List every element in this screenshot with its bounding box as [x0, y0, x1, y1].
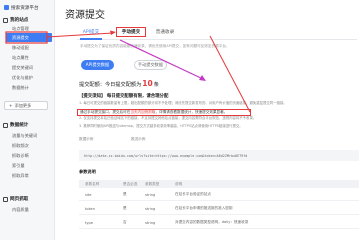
notice-paragraph-2: 2. 仅支持提交本站已验证域名下的链接，不支持提交其他站点链接；提交内容需符合平…: [79, 116, 257, 120]
sidebar-group-crawl[interactable]: 网页抓取: [3, 196, 28, 202]
notice-paragraph-1: 1. 每日可提交的链接数量有上限，超出配额的部分将不予处理；请优先提交新发布的、…: [79, 101, 287, 105]
sidebar-item-traffic[interactable]: 流量与关键词: [6, 131, 52, 140]
spider-icon: [3, 196, 8, 202]
sidebar-item-crawl-error[interactable]: 抓取异常: [6, 171, 52, 180]
table-row: token 是 string 在站长平台申请的推送用的准入密钥: [79, 203, 359, 215]
notice-title: 【提交须知】 每日提交配额有限，请合理分配: [79, 94, 169, 99]
highlight-text: 通过手动提交接口，提交后可在当天内加快抓取，详情请查看数据统计，快速提交效果显著…: [80, 110, 228, 114]
tab-active-indicator: [80, 38, 102, 40]
tab-manual-submit[interactable]: 手动提交: [116, 27, 146, 37]
sidebar: 搜索资源平台 我的站点 站点管理 资源提交 移动适配 站点属性 提交关键词 优化…: [0, 0, 55, 240]
sidebar-group-data[interactable]: 数据统计: [3, 122, 28, 128]
tab-normal-submit[interactable]: 普通收录: [151, 27, 179, 37]
example-label-data[interactable]: 数据示例: [79, 137, 93, 142]
params-title: 参数说明: [79, 169, 96, 174]
sidebar-item-crawl-diag[interactable]: 抓取诊断: [6, 151, 52, 160]
table-row: type 否 string 对提交内容的数据类型说明，daily：快速收录: [79, 217, 359, 229]
add-more-button[interactable]: + 添加更多: [4, 101, 48, 110]
sidebar-item-optimize[interactable]: 优化与维护: [6, 73, 52, 82]
subtab-api-data[interactable]: API提交数据: [81, 60, 114, 70]
quota-line: 提交配额：今日提交配额为 10 条: [79, 79, 159, 88]
chart-icon: [3, 122, 8, 128]
sidebar-item-attributes[interactable]: 站点属性: [6, 53, 52, 62]
sidebar-group-site[interactable]: 我的站点: [3, 17, 28, 23]
page-title: 资源提交: [65, 10, 105, 21]
sidebar-header: 搜索资源平台: [0, 0, 54, 15]
main-content: 资源提交 API提交 手动提交 普通收录 手动提交为了保证优质内容能被快速收录，…: [56, 0, 360, 240]
tab-api-submit[interactable]: API提交: [80, 27, 102, 37]
sidebar-item-keywords[interactable]: 提交关键词: [6, 63, 52, 72]
sidebar-item-resource-submit[interactable]: 资源提交: [6, 33, 52, 42]
notice-paragraph-3: 3. 推荐同时使用API推送与sitemap，提交方式越多收录效率越高，HTTP…: [79, 124, 243, 128]
table-header: 参数名称 是否必选 参数类型 说明: [79, 180, 359, 188]
code-example: http://data.zz.baidu.com/urls?site=https…: [79, 150, 359, 161]
sidebar-header-label: 搜索资源平台: [11, 5, 39, 11]
quota-number: 10: [142, 79, 153, 88]
home-icon: [3, 17, 8, 23]
subtab-manual-data[interactable]: 手动提交数据: [134, 60, 167, 70]
sidebar-item-crawl-freq[interactable]: 抓取频次: [6, 141, 52, 150]
sidebar-item-site-manage[interactable]: 站点管理: [6, 24, 52, 33]
sidebar-item-quality[interactable]: 内容质量: [6, 205, 52, 214]
logo-icon: [4, 5, 9, 10]
tab-divider: [77, 39, 357, 40]
sidebar-item-index[interactable]: 索引量: [6, 161, 52, 170]
example-label-push[interactable]: 推送示例: [131, 137, 145, 142]
sidebar-item-stats[interactable]: 数据统计: [6, 83, 52, 92]
plus-icon: +: [9, 103, 13, 108]
page-description: 手动提交为了保证优质内容能被快速收录，请优先使用API提交，如有问题可反馈至资源…: [80, 44, 230, 48]
table-row: site 是 string 在站长平台验证的站点: [79, 189, 359, 201]
sidebar-item-mobile[interactable]: 移动适配: [6, 43, 52, 52]
